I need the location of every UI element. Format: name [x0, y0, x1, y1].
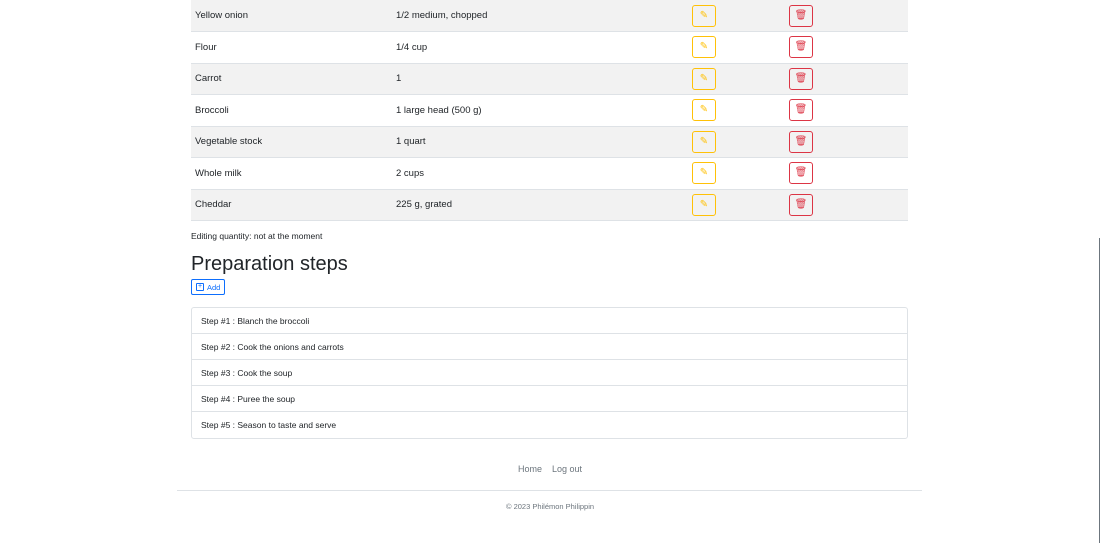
edit-cell: ✎ [688, 189, 785, 221]
trash-icon: 🗑 [794, 135, 808, 147]
edit-cell: ✎ [688, 31, 785, 64]
edit-cell: ✎ [688, 0, 785, 32]
edit-cell: ✎ [688, 63, 785, 95]
pencil-icon: ✎ [699, 167, 709, 179]
table-row: Yellow onion 1/2 medium, chopped ✎ 🗑 [191, 0, 908, 32]
edit-button[interactable]: ✎ [692, 36, 716, 59]
preparation-steps-list: Step #1 : Blanch the broccoli Step #2 : … [191, 307, 908, 439]
delete-cell: 🗑 [785, 31, 908, 64]
trash-icon: 🗑 [794, 104, 808, 116]
table-row: Carrot 1 ✎ 🗑 [191, 63, 908, 95]
pencil-icon: ✎ [699, 72, 709, 84]
delete-button[interactable]: 🗑 [789, 4, 813, 27]
delete-button[interactable]: 🗑 [789, 36, 813, 59]
table-row: Broccoli 1 large head (500 g) ✎ 🗑 [191, 94, 908, 127]
trash-icon: 🗑 [794, 167, 808, 179]
copyright-text: © 2023 Philémon Philippin [505, 502, 595, 511]
ingredient-quantity: 1 [392, 63, 688, 95]
pencil-icon: ✎ [699, 41, 709, 53]
add-step-label: Add [207, 282, 221, 292]
trash-icon: 🗑 [794, 72, 808, 84]
table-row: Whole milk 2 cups ✎ 🗑 [191, 157, 908, 190]
ingredient-quantity: 1/2 medium, chopped [392, 0, 688, 32]
ingredients-section: Yellow onion 1/2 medium, chopped ✎ 🗑 Flo… [191, 0, 908, 221]
edit-button[interactable]: ✎ [692, 162, 716, 185]
pencil-icon: ✎ [699, 135, 709, 147]
list-item[interactable]: Step #5 : Season to taste and serve [192, 412, 907, 438]
ingredient-quantity: 1 quart [392, 126, 688, 158]
delete-cell: 🗑 [785, 0, 908, 32]
ingredient-name: Broccoli [191, 94, 392, 127]
edit-button[interactable]: ✎ [692, 193, 716, 216]
edit-button[interactable]: ✎ [692, 67, 716, 90]
edit-button[interactable]: ✎ [692, 130, 716, 153]
trash-icon: 🗑 [794, 198, 808, 210]
pencil-icon: ✎ [699, 104, 709, 116]
pencil-icon: ✎ [699, 198, 709, 210]
ingredient-name: Carrot [191, 63, 392, 95]
delete-button[interactable]: 🗑 [789, 67, 813, 90]
home-link[interactable]: Home [518, 464, 542, 474]
plus-square-icon: + [196, 283, 204, 291]
edit-button[interactable]: ✎ [692, 4, 716, 27]
ingredient-name: Yellow onion [191, 0, 392, 32]
ingredient-quantity: 1 large head (500 g) [392, 94, 688, 127]
edit-cell: ✎ [688, 126, 785, 158]
table-row: Flour 1/4 cup ✎ 🗑 [191, 31, 908, 64]
editing-status: Editing quantity: not at the moment [191, 231, 323, 241]
delete-cell: 🗑 [785, 63, 908, 95]
ingredient-quantity: 2 cups [392, 157, 688, 190]
pencil-icon: ✎ [699, 9, 709, 21]
trash-icon: 🗑 [794, 41, 808, 53]
ingredients-table: Yellow onion 1/2 medium, chopped ✎ 🗑 Flo… [191, 0, 908, 221]
ingredient-quantity: 225 g, grated [392, 189, 688, 221]
logout-link[interactable]: Log out [552, 464, 582, 474]
list-item[interactable]: Step #4 : Puree the soup [192, 386, 907, 412]
delete-button[interactable]: 🗑 [789, 99, 813, 122]
delete-cell: 🗑 [785, 157, 908, 190]
delete-cell: 🗑 [785, 126, 908, 158]
edit-cell: ✎ [688, 157, 785, 190]
ingredient-name: Whole milk [191, 157, 392, 190]
list-item[interactable]: Step #1 : Blanch the broccoli [192, 308, 907, 334]
delete-button[interactable]: 🗑 [789, 193, 813, 216]
table-row: Cheddar 225 g, grated ✎ 🗑 [191, 189, 908, 221]
table-row: Vegetable stock 1 quart ✎ 🗑 [191, 126, 908, 158]
delete-cell: 🗑 [785, 189, 908, 221]
ingredient-name: Flour [191, 31, 392, 64]
preparation-steps-heading: Preparation steps [191, 253, 348, 275]
ingredient-name: Vegetable stock [191, 126, 392, 158]
edit-button[interactable]: ✎ [692, 99, 716, 122]
delete-button[interactable]: 🗑 [789, 162, 813, 185]
delete-cell: 🗑 [785, 94, 908, 127]
trash-icon: 🗑 [794, 9, 808, 21]
footer-divider [177, 490, 922, 491]
edit-cell: ✎ [688, 94, 785, 127]
add-step-button[interactable]: + Add [191, 279, 226, 295]
ingredient-name: Cheddar [191, 189, 392, 221]
delete-button[interactable]: 🗑 [789, 130, 813, 153]
list-item[interactable]: Step #3 : Cook the soup [192, 360, 907, 386]
list-item[interactable]: Step #2 : Cook the onions and carrots [192, 334, 907, 360]
footer-nav: Home Log out [0, 464, 1100, 474]
ingredient-quantity: 1/4 cup [392, 31, 688, 64]
